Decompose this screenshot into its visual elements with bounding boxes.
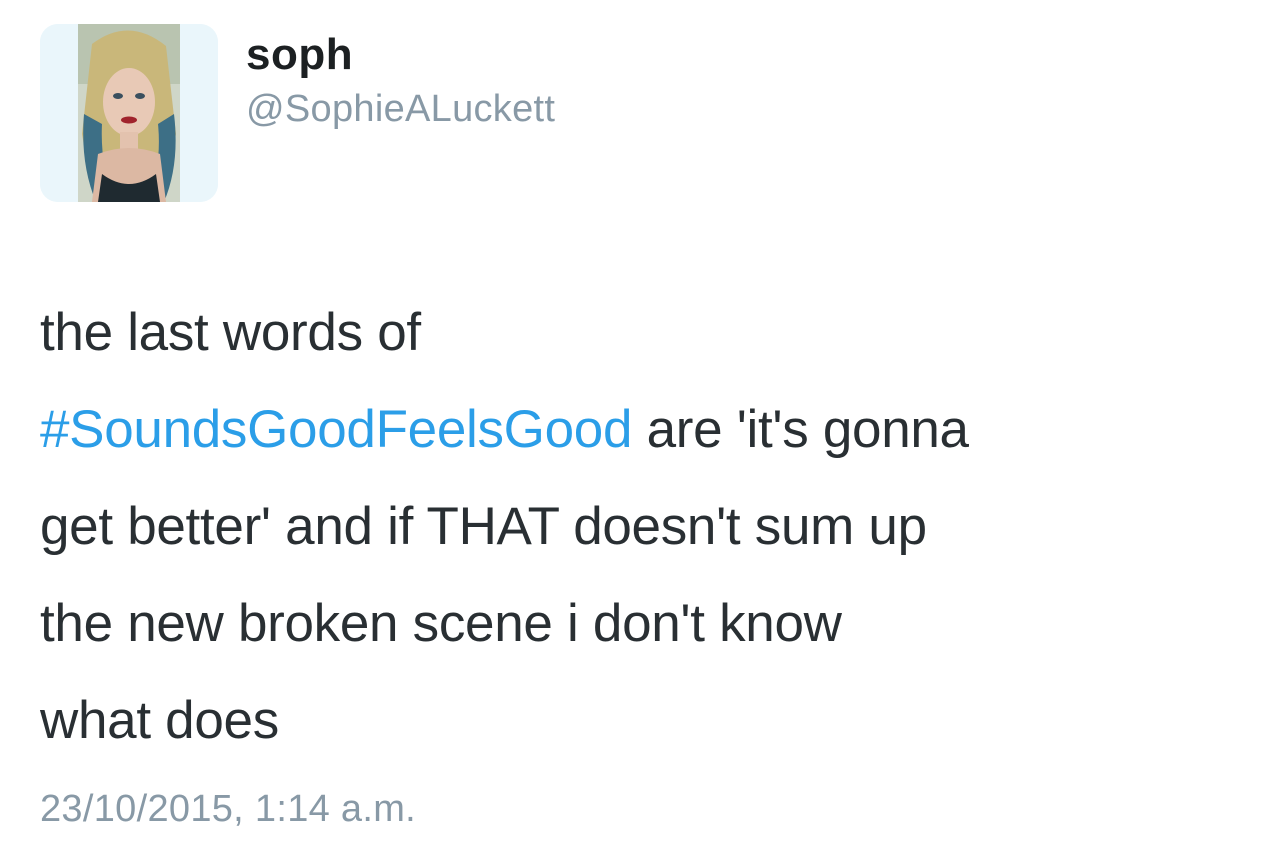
user-handle[interactable]: @SophieALuckett bbox=[246, 88, 555, 131]
tweet-text-segment: are 'it's gonna bbox=[632, 400, 969, 459]
display-name[interactable]: soph bbox=[246, 30, 353, 80]
tweet-timestamp[interactable]: 23/10/2015, 1:14 a.m. bbox=[40, 788, 416, 831]
tweet-line: the last words of bbox=[40, 303, 421, 362]
hashtag-link[interactable]: #SoundsGoodFeelsGood bbox=[40, 400, 632, 459]
tweet-line: what does bbox=[40, 691, 279, 750]
tweet-text: the last words of #SoundsGoodFeelsGood a… bbox=[40, 284, 1250, 769]
avatar-photo bbox=[40, 24, 218, 202]
tweet-line: get better' and if THAT doesn't sum up bbox=[40, 497, 927, 556]
avatar[interactable] bbox=[40, 24, 218, 202]
tweet-card: soph @SophieALuckett the last words of #… bbox=[0, 0, 1280, 867]
tweet-line: the new broken scene i don't know bbox=[40, 594, 842, 653]
tweet-line: #SoundsGoodFeelsGood are 'it's gonna bbox=[40, 381, 1250, 478]
